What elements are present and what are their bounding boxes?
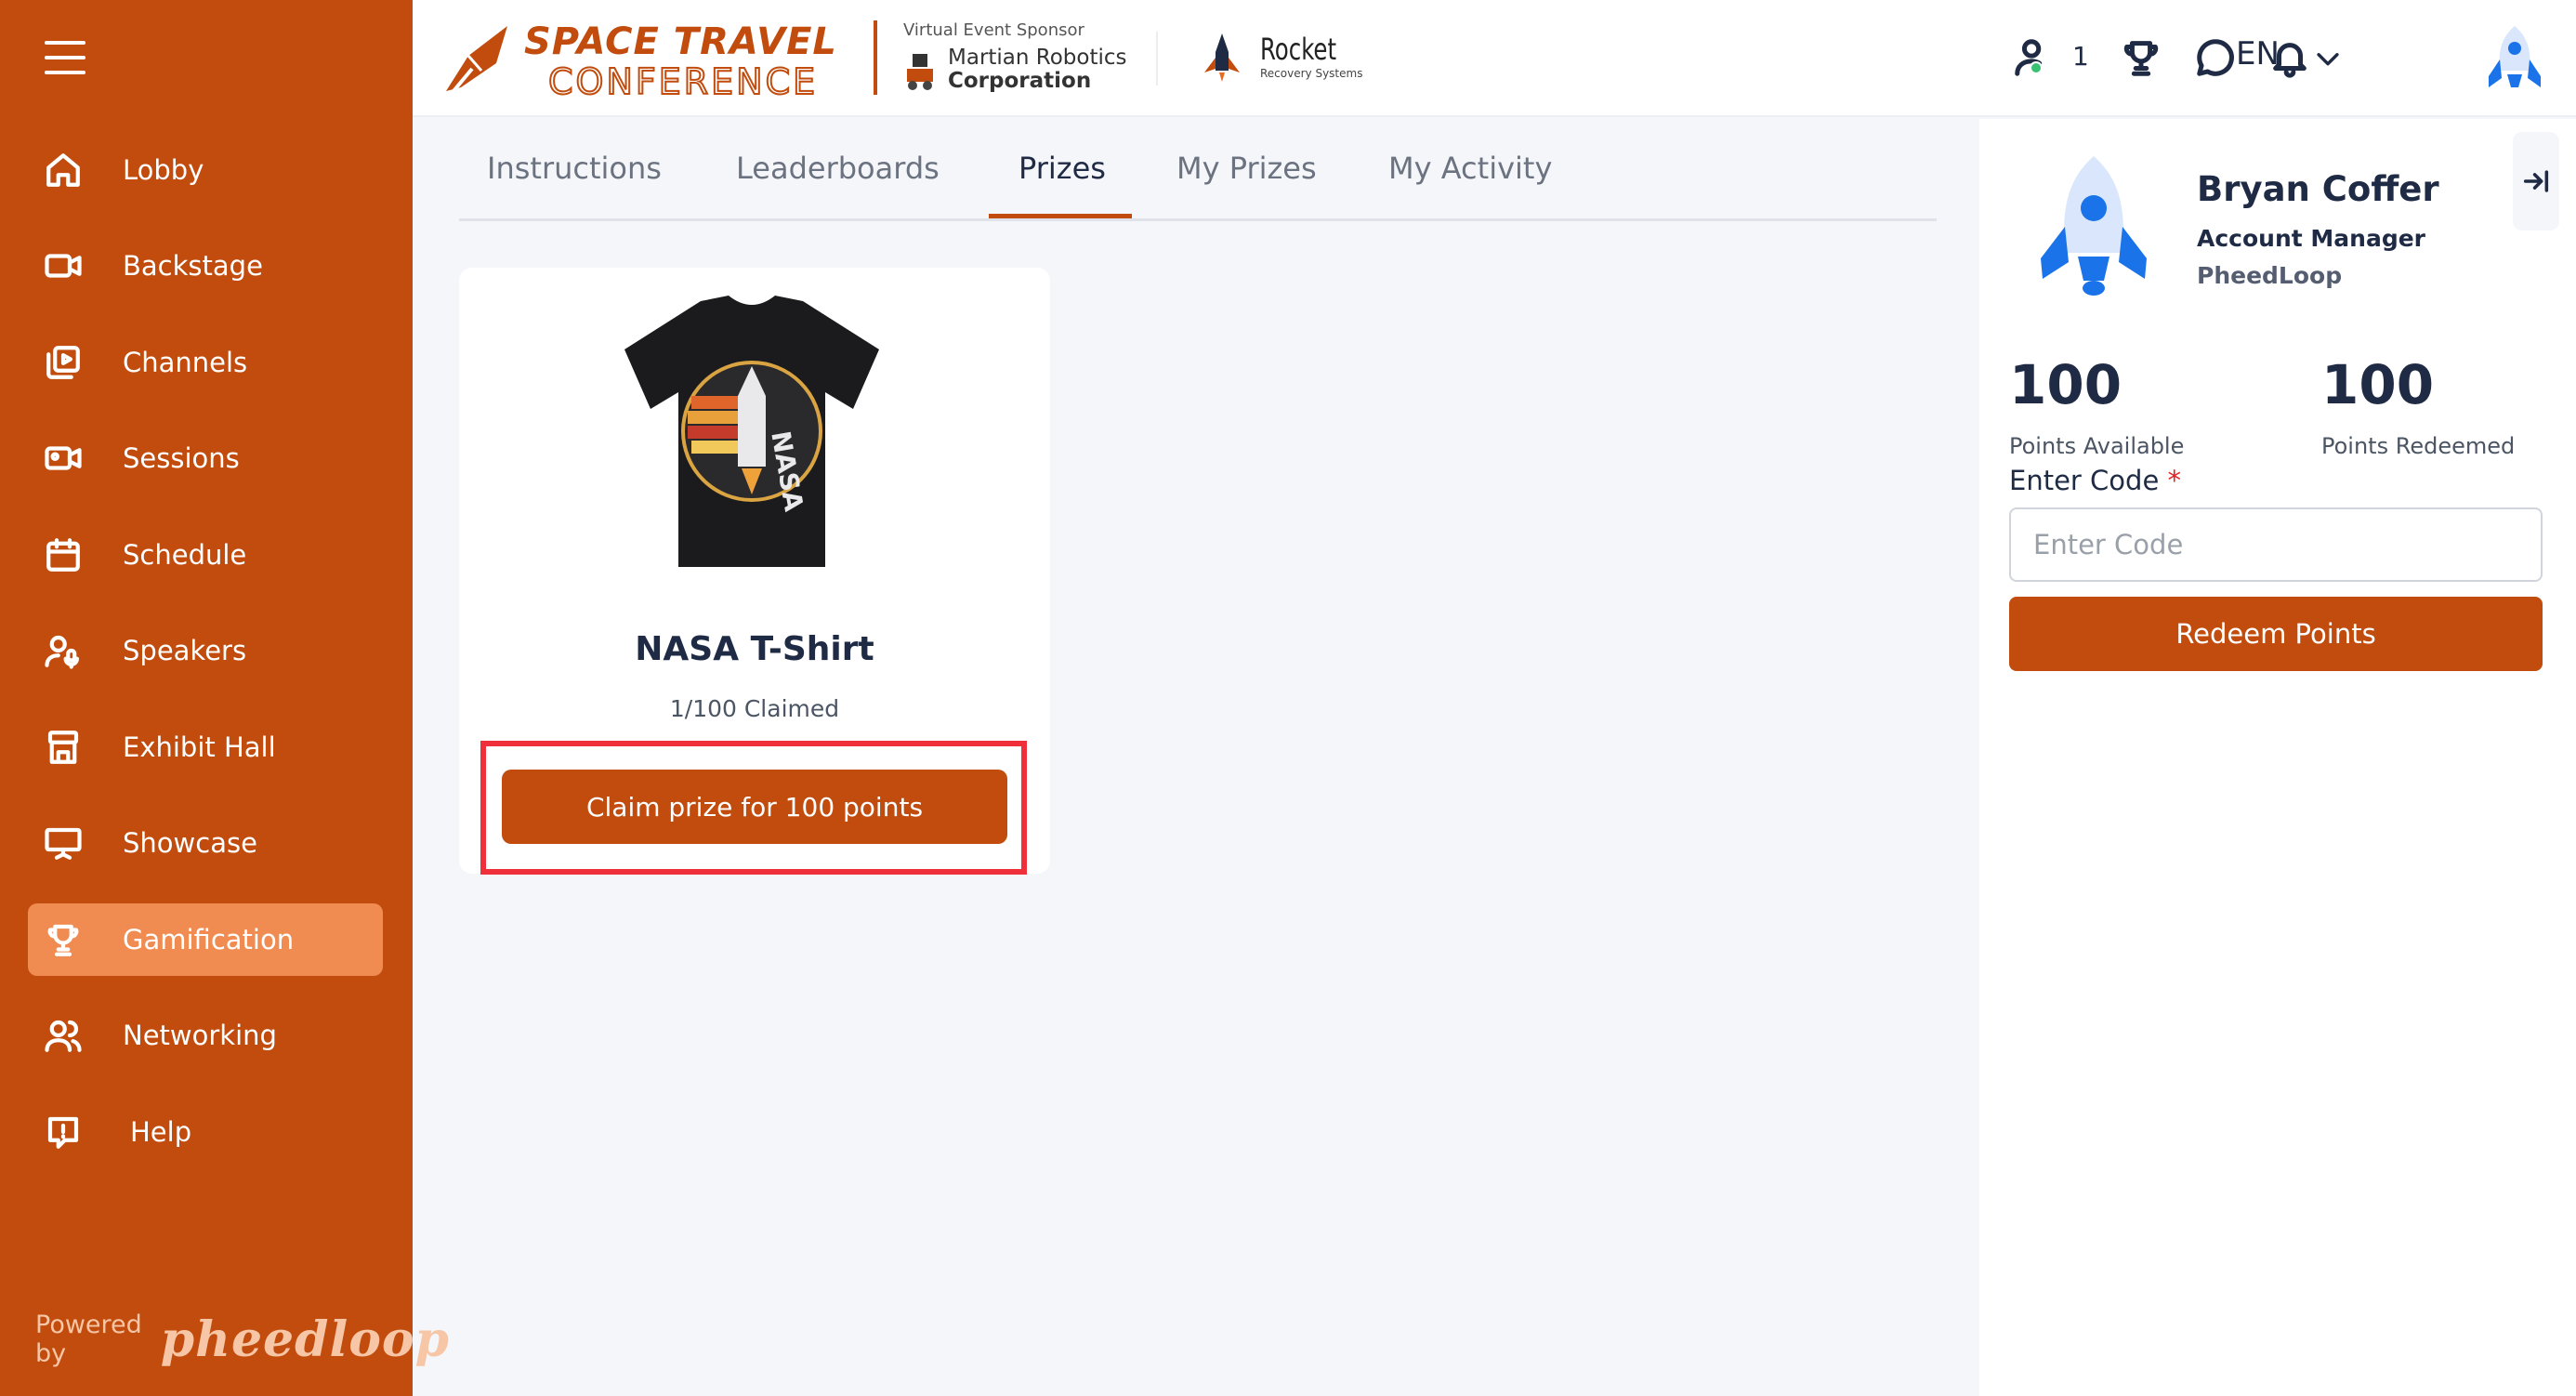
- sidebar-item-label: Speakers: [123, 635, 247, 666]
- trophy-icon: [2123, 41, 2159, 76]
- profile-organization: PheedLoop: [2197, 262, 2343, 289]
- sidebar-item-label: Lobby: [123, 154, 204, 186]
- sponsor-name-line2: Corporation: [948, 69, 1092, 93]
- rocket-logo-icon: [446, 26, 507, 93]
- sidebar-item-backstage[interactable]: Backstage: [28, 230, 383, 302]
- rocket-recovery-logo-icon[interactable]: [1199, 32, 1245, 84]
- sidebar-item-label: Channels: [123, 347, 248, 378]
- required-mark: *: [2167, 465, 2182, 496]
- sidebar-item-label: Showcase: [123, 827, 257, 859]
- sidebar-item-label: Help: [130, 1116, 192, 1148]
- enter-code-label: Enter Code *: [2009, 465, 2181, 496]
- chevron-down-icon[interactable]: [2312, 43, 2344, 74]
- tab-my-prizes[interactable]: My Prizes: [1176, 151, 1317, 186]
- sidebar-item-label: Backstage: [123, 250, 263, 282]
- profile-panel: [1979, 119, 2576, 1396]
- presentation-icon: [43, 823, 84, 863]
- sponsor-title: Virtual Event Sponsor: [903, 20, 1084, 40]
- points-redeemed-label: Points Redeemed: [2321, 433, 2516, 459]
- highlight-box: [480, 741, 1027, 875]
- tab-prizes[interactable]: Prizes: [1019, 151, 1106, 186]
- redeem-points-button[interactable]: Redeem Points: [2009, 597, 2543, 671]
- logo-title: SPACE TRAVEL: [524, 20, 837, 63]
- logo-divider: [874, 20, 877, 95]
- channels-icon: [43, 342, 84, 383]
- collapse-panel-button[interactable]: [2513, 132, 2559, 230]
- home-icon: [43, 150, 84, 191]
- prize-name: NASA T-Shirt: [635, 630, 874, 668]
- profile-name: Bryan Coffer: [2197, 169, 2439, 209]
- video-camera-icon: [43, 438, 84, 479]
- chat-button[interactable]: [2191, 33, 2240, 82]
- sidebar-item-label: Networking: [123, 1020, 277, 1051]
- powered-by: Powered by pheedloop: [35, 1310, 450, 1368]
- tab-my-activity[interactable]: My Activity: [1388, 151, 1552, 186]
- online-count: 1: [2072, 41, 2089, 72]
- collapse-right-icon: [2523, 170, 2549, 192]
- powered-by-text: Powered by: [35, 1310, 142, 1368]
- logo-subtitle: CONFERENCE: [547, 60, 819, 103]
- robot-icon: [907, 54, 933, 90]
- online-status-dot: [2030, 61, 2043, 74]
- menu-icon[interactable]: [45, 41, 85, 74]
- video-camera-icon: [43, 245, 84, 286]
- sidebar-item-channels[interactable]: Channels: [28, 326, 383, 399]
- sidebar-item-showcase[interactable]: Showcase: [28, 807, 383, 879]
- enter-code-input[interactable]: [2009, 507, 2543, 582]
- tab-instructions[interactable]: Instructions: [487, 151, 662, 186]
- trophy-icon: [43, 919, 84, 960]
- conference-logo[interactable]: SPACE TRAVEL CONFERENCE: [440, 19, 849, 103]
- sidebar-item-exhibit-hall[interactable]: Exhibit Hall: [28, 711, 383, 784]
- users-icon: [43, 1015, 84, 1056]
- points-redeemed-value: 100: [2321, 353, 2435, 416]
- sidebar-item-sessions[interactable]: Sessions: [28, 422, 383, 494]
- rocket-logo-subtitle: Recovery Systems: [1260, 67, 1363, 80]
- sidebar-item-label: Schedule: [123, 539, 247, 571]
- leaderboard-trophy-button[interactable]: [2117, 33, 2165, 82]
- sidebar-item-lobby[interactable]: Lobby: [28, 134, 383, 206]
- divider: [1156, 32, 1158, 86]
- help-icon: [43, 1112, 84, 1152]
- rocket-logo-title: Rocket: [1260, 32, 1337, 67]
- sidebar: Lobby Backstage Channels Sessions Schedu…: [0, 0, 449, 1396]
- avatar[interactable]: [2477, 22, 2552, 97]
- booth-icon: [43, 727, 84, 768]
- enter-code-label-text: Enter Code: [2009, 465, 2160, 496]
- active-tab-indicator: [989, 214, 1132, 218]
- chat-bubble-icon: [2197, 39, 2234, 76]
- points-available-value: 100: [2009, 353, 2123, 416]
- profile-avatar: [2041, 156, 2147, 296]
- language-selector[interactable]: EN: [2236, 35, 2280, 72]
- prize-claimed-count: 1/100 Claimed: [669, 695, 840, 722]
- profile-title: Account Manager: [2197, 225, 2426, 252]
- sidebar-item-label: Exhibit Hall: [123, 731, 276, 763]
- gamification-tabs: Instructions Leaderboards Prizes My Priz…: [459, 117, 1937, 221]
- speaker-icon: [43, 630, 84, 671]
- sidebar-item-label: Gamification: [123, 924, 295, 955]
- online-users-button[interactable]: [2009, 33, 2057, 82]
- sidebar-item-schedule[interactable]: Schedule: [28, 519, 383, 591]
- points-available-label: Points Available: [2009, 433, 2185, 459]
- sponsor-name-line1: Martian Robotics: [948, 46, 1127, 70]
- sidebar-item-label: Sessions: [123, 442, 240, 474]
- sidebar-item-gamification[interactable]: Gamification: [28, 903, 383, 976]
- pheedloop-logo[interactable]: pheedloop: [161, 1311, 450, 1368]
- sidebar-item-networking[interactable]: Networking: [28, 999, 383, 1072]
- tab-leaderboards[interactable]: Leaderboards: [736, 151, 940, 186]
- sidebar-item-speakers[interactable]: Speakers: [28, 614, 383, 687]
- sidebar-item-help[interactable]: Help: [28, 1096, 383, 1168]
- top-bar: SPACE TRAVEL CONFERENCE Virtual Event Sp…: [413, 0, 2576, 117]
- calendar-icon: [43, 534, 84, 575]
- sponsor-name[interactable]: Martian Robotics Corporation: [948, 46, 1127, 93]
- prize-image: NASA: [624, 296, 879, 567]
